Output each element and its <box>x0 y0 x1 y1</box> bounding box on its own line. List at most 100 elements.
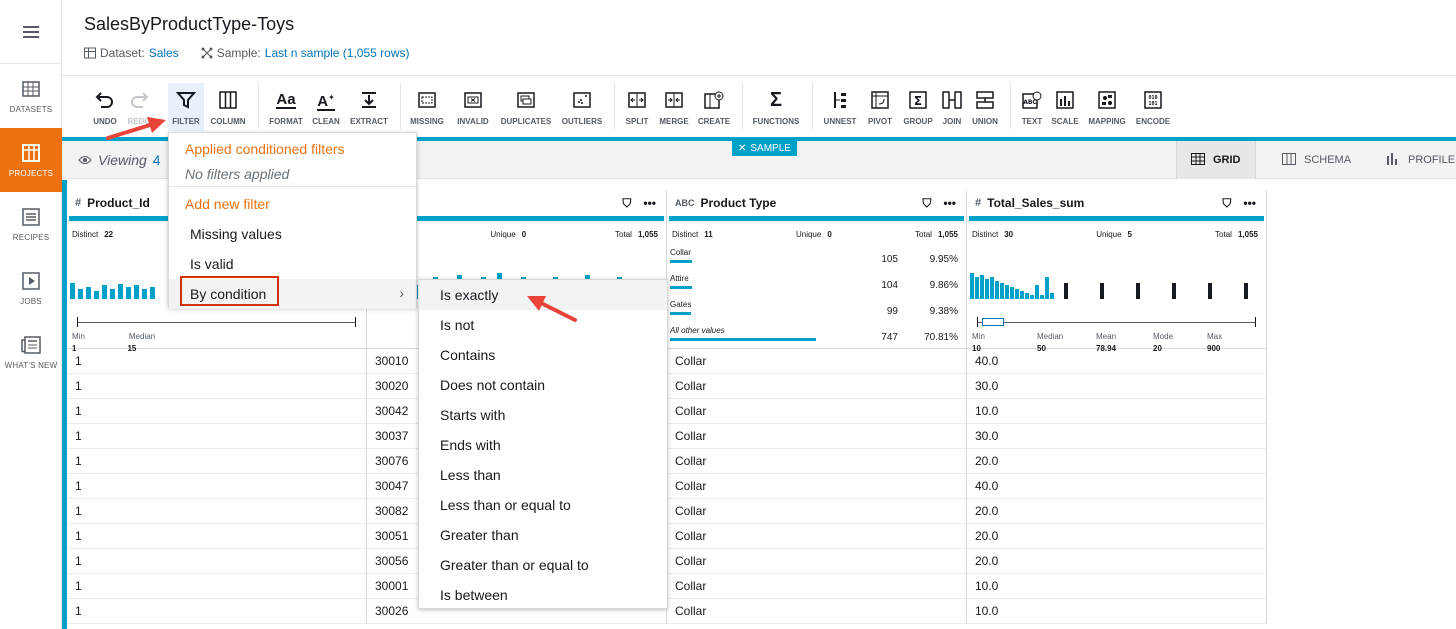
nav-projects[interactable]: PROJECTS <box>0 128 62 192</box>
nav-datasets-label: DATASETS <box>9 104 53 114</box>
sample-icon: ✕ <box>738 143 747 154</box>
nav-recipes[interactable]: RECIPES <box>0 192 62 256</box>
missing-button[interactable]: MISSING <box>406 83 448 131</box>
table-cell[interactable]: Collar <box>667 524 966 549</box>
table-cell[interactable]: 20.0 <box>967 499 1266 524</box>
nav-whats-new[interactable]: WHAT'S NEW <box>0 320 62 384</box>
table-cell[interactable]: 1 <box>67 399 366 424</box>
menu-item-is-not[interactable]: Is not <box>419 310 667 340</box>
table-cell[interactable]: Collar <box>667 449 966 474</box>
table-cell[interactable]: Collar <box>667 374 966 399</box>
functions-button[interactable]: Σ FUNCTIONS <box>748 83 804 131</box>
pivot-button[interactable]: PIVOT <box>864 83 896 131</box>
table-cell[interactable]: 1 <box>67 599 366 624</box>
table-cell[interactable]: 30.0 <box>967 424 1266 449</box>
table-cell[interactable]: Collar <box>667 474 966 499</box>
filter-icon[interactable]: ⛉ <box>922 196 931 211</box>
table-cell[interactable]: 10.0 <box>967 399 1266 424</box>
table-cell[interactable]: 1 <box>67 524 366 549</box>
table-cell[interactable]: 1 <box>67 574 366 599</box>
tab-profile[interactable]: PROFILE <box>1372 141 1456 179</box>
undo-button[interactable]: UNDO <box>88 83 122 131</box>
tab-schema[interactable]: SCHEMA <box>1268 141 1365 179</box>
column-header[interactable]: # Total_Sales_sum ⛉ ••• <box>967 190 1266 216</box>
table-cell[interactable]: 1 <box>67 549 366 574</box>
invalid-button[interactable]: INVALID <box>452 83 494 131</box>
clean-button[interactable]: A✦ CLEAN <box>308 83 344 131</box>
table-cell[interactable]: 40.0 <box>967 474 1266 499</box>
more-icon[interactable]: ••• <box>943 196 956 211</box>
menu-item-contains[interactable]: Contains <box>419 340 667 370</box>
string-type-icon: ABC <box>675 198 695 208</box>
outliers-button[interactable]: OUTLIERS <box>558 83 606 131</box>
table-cell[interactable]: Collar <box>667 349 966 374</box>
filter-icon[interactable]: ⛉ <box>1222 196 1231 211</box>
viewing-indicator[interactable]: Viewing 4 <box>78 152 161 168</box>
table-cell[interactable]: 10.0 <box>967 574 1266 599</box>
table-cell[interactable]: Collar <box>667 599 966 624</box>
split-button[interactable]: SPLIT <box>622 83 652 131</box>
table-cell[interactable]: 1 <box>67 374 366 399</box>
table-cell[interactable]: Collar <box>667 424 966 449</box>
redo-button[interactable]: REDO <box>122 83 156 131</box>
more-icon[interactable]: ••• <box>643 196 656 211</box>
filter-button[interactable]: FILTER <box>168 83 204 131</box>
menu-icon[interactable] <box>0 0 62 64</box>
stat-value: 10 <box>972 344 981 353</box>
menu-item-greater-than[interactable]: Greater than <box>419 520 667 550</box>
table-cell[interactable]: 1 <box>67 424 366 449</box>
nav-datasets[interactable]: DATASETS <box>0 64 62 128</box>
table-cell[interactable]: Collar <box>667 549 966 574</box>
table-cell[interactable]: Collar <box>667 574 966 599</box>
menu-item-is-valid[interactable]: Is valid <box>169 249 416 279</box>
union-button[interactable]: UNION <box>968 83 1002 131</box>
stat-label: Min <box>972 332 985 341</box>
table-cell[interactable]: 20.0 <box>967 549 1266 574</box>
menu-item-less-than[interactable]: Less than <box>419 460 667 490</box>
table-cell[interactable]: 1 <box>67 449 366 474</box>
encode-label: ENCODE <box>1135 117 1171 126</box>
table-cell[interactable]: 10.0 <box>967 599 1266 624</box>
column-label: COLUMN <box>210 117 246 126</box>
scale-button[interactable]: SCALE <box>1048 83 1082 131</box>
menu-item-less-than-or-equal[interactable]: Less than or equal to <box>419 490 667 520</box>
scale-icon <box>1054 89 1076 111</box>
unnest-button[interactable]: UNNEST <box>820 83 860 131</box>
encode-button[interactable]: 010 101 ENCODE <box>1132 83 1174 131</box>
text-button[interactable]: ABC TEXT <box>1018 83 1046 131</box>
table-cell[interactable]: 1 <box>67 499 366 524</box>
dataset-link[interactable]: Sales <box>149 46 179 60</box>
menu-item-greater-than-or-equal[interactable]: Greater than or equal to <box>419 550 667 580</box>
menu-item-is-exactly[interactable]: Is exactly <box>419 280 667 310</box>
column-header[interactable]: ABC Product Type ⛉ ••• <box>667 190 966 216</box>
table-cell[interactable]: 20.0 <box>967 524 1266 549</box>
table-cell[interactable]: 20.0 <box>967 449 1266 474</box>
sample-link[interactable]: Last n sample (1,055 rows) <box>265 46 410 60</box>
menu-item-does-not-contain[interactable]: Does not contain <box>419 370 667 400</box>
table-cell[interactable]: 30.0 <box>967 374 1266 399</box>
merge-button[interactable]: MERGE <box>656 83 692 131</box>
tab-grid[interactable]: GRID <box>1176 141 1256 179</box>
menu-item-missing-values[interactable]: Missing values <box>169 219 416 249</box>
table-cell[interactable]: 1 <box>67 474 366 499</box>
duplicates-button[interactable]: DUPLICATES <box>498 83 554 131</box>
more-icon[interactable]: ••• <box>1243 196 1256 211</box>
table-cell[interactable]: Collar <box>667 399 966 424</box>
menu-item-starts-with[interactable]: Starts with <box>419 400 667 430</box>
menu-item-is-between[interactable]: Is between <box>419 580 667 610</box>
extract-label: EXTRACT <box>350 117 388 126</box>
join-button[interactable]: JOIN <box>938 83 966 131</box>
table-cell[interactable]: Collar <box>667 499 966 524</box>
filter-icon[interactable]: ⛉ <box>622 196 631 211</box>
extract-icon <box>358 89 380 111</box>
mapping-button[interactable]: MAPPING <box>1084 83 1130 131</box>
format-button[interactable]: Aa FORMAT <box>266 83 306 131</box>
extract-button[interactable]: EXTRACT <box>346 83 392 131</box>
column-button[interactable]: COLUMN <box>206 83 250 131</box>
group-button[interactable]: Σ GROUP <box>900 83 936 131</box>
nav-jobs[interactable]: JOBS <box>0 256 62 320</box>
unique-label: Unique <box>490 230 516 239</box>
column-name: Total_Sales_sum <box>987 196 1085 210</box>
create-button[interactable]: CREATE <box>694 83 734 131</box>
menu-item-ends-with[interactable]: Ends with <box>419 430 667 460</box>
